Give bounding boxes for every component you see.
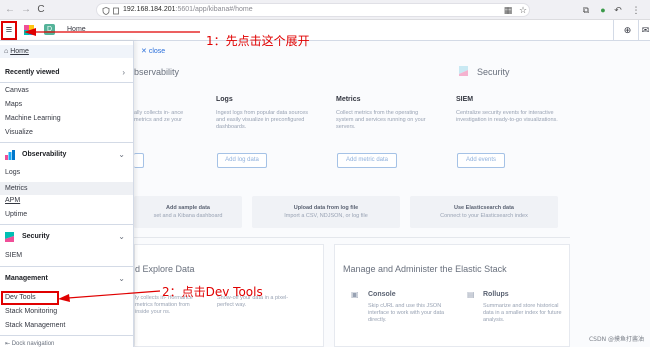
annotation-step2: 2：点击Dev Tools (162, 285, 263, 299)
arrow-to-dev-tools (67, 290, 161, 299)
annotation-arrows (24, 28, 200, 302)
arrowhead-menu-icon (24, 28, 36, 36)
csdn-watermark: CSDN @摸鱼打酱油 (588, 336, 644, 343)
arrowhead-dev-tools-icon (58, 294, 70, 302)
annotation-step1: 1：先点击这个展开 (206, 34, 310, 48)
